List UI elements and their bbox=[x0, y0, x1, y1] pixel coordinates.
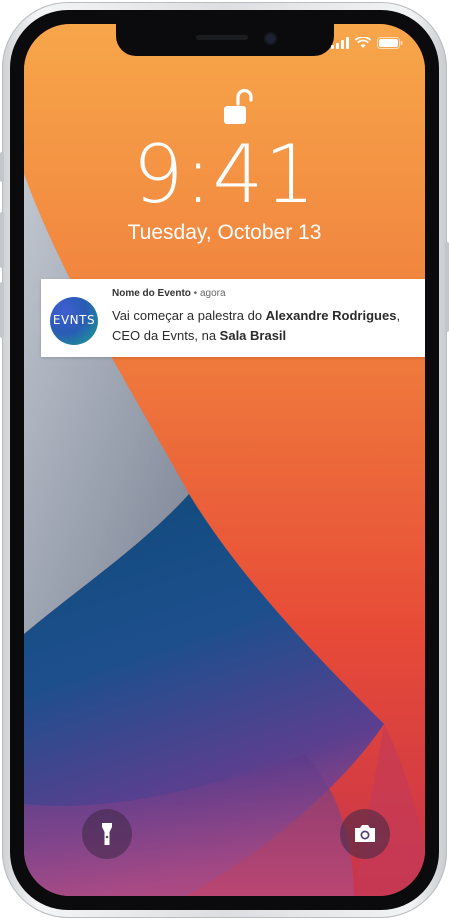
app-icon-label: EVNTS bbox=[52, 313, 96, 327]
power-button bbox=[445, 242, 449, 332]
notification-header: Nome do Evento • agora bbox=[112, 288, 226, 299]
phone-frame: 9:41 Tuesday, October 13 EVNTS Nome do E… bbox=[0, 2, 449, 918]
signal-icon bbox=[331, 37, 349, 49]
front-camera bbox=[266, 34, 275, 43]
bezel: 9:41 Tuesday, October 13 EVNTS Nome do E… bbox=[10, 10, 439, 910]
volume-down-button bbox=[0, 282, 4, 338]
message-text-1: Vai começar a palestra do bbox=[112, 308, 266, 323]
lock-time: 9:41 bbox=[132, 128, 317, 221]
message-speaker: Alexandre Rodrigues bbox=[265, 308, 397, 323]
notification-separator: • bbox=[190, 288, 200, 299]
notch bbox=[116, 24, 334, 56]
lock-screen: 9:41 Tuesday, October 13 EVNTS Nome do E… bbox=[24, 24, 425, 896]
app-icon: EVNTS bbox=[50, 297, 98, 345]
flashlight-icon bbox=[102, 823, 112, 845]
action-button bbox=[0, 152, 4, 182]
camera-icon bbox=[355, 825, 375, 842]
unlock-icon bbox=[224, 88, 253, 124]
notification-card[interactable]: EVNTS Nome do Evento • agora Vai começar… bbox=[41, 279, 425, 357]
wifi-icon bbox=[355, 37, 371, 48]
lock-date: Tuesday, October 13 bbox=[127, 221, 322, 244]
notification-time: agora bbox=[199, 288, 226, 299]
notification-app-name: Nome do Evento bbox=[112, 288, 191, 299]
speaker bbox=[196, 35, 248, 40]
status-bar bbox=[331, 36, 403, 50]
notification-message: Vai começar a palestra do Alexandre Rodr… bbox=[112, 306, 424, 346]
message-room: Sala Brasil bbox=[219, 328, 287, 343]
volume-up-button bbox=[0, 212, 4, 268]
battery-icon bbox=[377, 37, 403, 49]
camera-button[interactable] bbox=[340, 809, 390, 859]
flashlight-button[interactable] bbox=[82, 809, 132, 859]
